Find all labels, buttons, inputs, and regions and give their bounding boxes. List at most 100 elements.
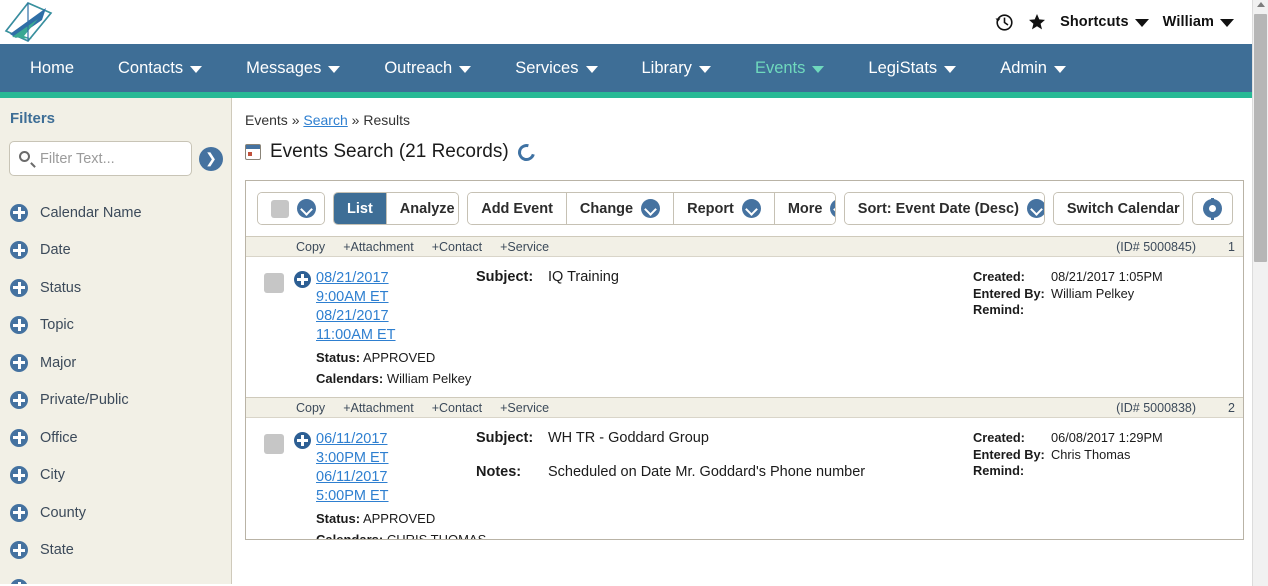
chevron-down-icon: [698, 66, 711, 73]
plus-circle-icon: [10, 203, 28, 222]
sidebar-item-label: Topic: [40, 317, 74, 334]
top-bar-actions: Shortcuts William: [994, 0, 1252, 44]
clock-history-icon[interactable]: [994, 12, 1014, 32]
nav-item-admin[interactable]: Admin: [978, 44, 1088, 92]
nav-label: Events: [754, 59, 806, 77]
star-icon[interactable]: [1028, 13, 1046, 31]
select-all-button[interactable]: [258, 193, 325, 224]
notes-row: Notes: Scheduled on Date Mr. Goddard's P…: [476, 464, 973, 480]
sidebar-item-state[interactable]: State: [0, 532, 231, 570]
add-event-button[interactable]: Add Event: [468, 193, 567, 224]
sidebar-item-private-public[interactable]: Private/Public: [0, 382, 231, 420]
nav-item-events[interactable]: Events: [733, 44, 846, 92]
remind-label: Remind:: [973, 302, 1025, 317]
nav-label: Outreach: [384, 59, 453, 77]
subject-row: Subject: IQ Training: [476, 269, 973, 285]
refresh-icon[interactable]: [514, 140, 538, 164]
sidebar-item-major[interactable]: Major: [0, 344, 231, 382]
status-value: APPROVED: [362, 350, 436, 365]
nav-item-home[interactable]: Home: [8, 44, 96, 92]
nav-item-outreach[interactable]: Outreach: [362, 44, 493, 92]
main-navigation: Home Contacts Messages Outreach Services…: [0, 44, 1252, 92]
filter-submit-button[interactable]: ❯: [199, 146, 223, 171]
sidebar-item-city[interactable]: City: [0, 457, 231, 495]
sidebar-item-office[interactable]: Office: [0, 419, 231, 457]
sidebar-item-label: County: [40, 504, 86, 521]
event-end-date[interactable]: 06/11/2017: [316, 468, 444, 487]
event-end-time[interactable]: 5:00PM ET: [316, 487, 444, 506]
user-menu[interactable]: William: [1163, 14, 1234, 30]
change-button[interactable]: Change: [566, 193, 675, 224]
row-checkbox[interactable]: [264, 434, 284, 454]
add-service-link[interactable]: +Service: [500, 240, 549, 254]
company-logo: [4, 2, 53, 42]
calendars-value: CHRIS THOMAS: [386, 532, 487, 540]
record-actions-bar: Copy +Attachment +Contact +Service (ID# …: [246, 236, 1243, 257]
add-service-link[interactable]: +Service: [500, 401, 549, 415]
sidebar-item-label: City: [40, 467, 65, 484]
nav-item-contacts[interactable]: Contacts: [96, 44, 224, 92]
calendars-label: Calendars:: [316, 371, 384, 386]
sidebar-item-status[interactable]: Status: [0, 269, 231, 307]
event-start-time[interactable]: 3:00PM ET: [316, 449, 444, 468]
table-row: 08/21/2017 9:00AM ET 08/21/2017 11:00AM …: [246, 257, 1243, 397]
record-calendars: Calendars: William Pelkey: [316, 371, 471, 387]
scrollbar-thumb[interactable]: [1254, 14, 1267, 262]
copy-link[interactable]: Copy: [296, 401, 325, 415]
filter-search-box[interactable]: [9, 141, 192, 176]
sidebar-item-county[interactable]: County: [0, 494, 231, 532]
event-start-date[interactable]: 06/11/2017: [316, 430, 444, 449]
sidebar-item-label: Major: [40, 354, 77, 371]
sidebar-item-partial[interactable]: [0, 569, 231, 584]
subject-value: IQ Training: [548, 269, 619, 285]
scroll-up-arrow-icon[interactable]: [1257, 2, 1265, 7]
breadcrumb-link-search[interactable]: Search: [303, 112, 347, 128]
event-end-date[interactable]: 08/21/2017: [316, 307, 444, 326]
sidebar-item-calendar-name[interactable]: Calendar Name: [0, 194, 231, 232]
shortcuts-menu[interactable]: Shortcuts: [1060, 14, 1149, 30]
record-meta: Created: 06/08/2017 1:29PM Entered By: C…: [973, 430, 1235, 539]
event-end-time[interactable]: 11:00AM ET: [316, 326, 444, 345]
event-start-time[interactable]: 9:00AM ET: [316, 288, 444, 307]
more-label: More: [787, 200, 823, 217]
record-dates: 06/11/2017 3:00PM ET 06/11/2017 5:00PM E…: [294, 430, 486, 539]
nav-item-messages[interactable]: Messages: [224, 44, 362, 92]
expand-plus-icon[interactable]: [294, 432, 311, 449]
sidebar-item-date[interactable]: Date: [0, 232, 231, 270]
add-attachment-link[interactable]: +Attachment: [343, 240, 414, 254]
page-scrollbar[interactable]: [1252, 0, 1268, 586]
chevron-down-icon: [190, 66, 203, 73]
nav-item-legistats[interactable]: LegiStats: [846, 44, 978, 92]
gear-icon: [1202, 197, 1222, 220]
chevron-down-icon: [297, 199, 316, 218]
copy-link[interactable]: Copy: [296, 240, 325, 254]
report-button[interactable]: Report: [674, 193, 775, 224]
nav-item-services[interactable]: Services: [493, 44, 619, 92]
entered-by-label: Entered By:: [973, 446, 1045, 462]
checkbox-icon: [271, 199, 289, 218]
notes-label: Notes:: [476, 464, 522, 480]
filter-text-input[interactable]: [38, 149, 191, 168]
row-checkbox[interactable]: [264, 273, 284, 293]
created-row: Created: 06/08/2017 1:29PM: [973, 430, 1235, 447]
tab-analyze[interactable]: Analyze: [386, 193, 459, 224]
calendars-value: William Pelkey: [386, 371, 472, 386]
add-attachment-link[interactable]: +Attachment: [343, 401, 414, 415]
plus-circle-icon: [10, 503, 28, 522]
results-panel: List Analyze Add Event Change Report Mor…: [245, 180, 1244, 540]
nav-label: LegiStats: [868, 59, 938, 77]
settings-button[interactable]: [1191, 192, 1233, 225]
chevron-down-icon: [812, 66, 825, 73]
add-contact-link[interactable]: +Contact: [432, 401, 482, 415]
tab-list[interactable]: List: [334, 193, 387, 224]
more-button[interactable]: More: [774, 193, 835, 224]
chevron-down-icon: [1220, 19, 1234, 27]
nav-item-library[interactable]: Library: [620, 44, 733, 92]
add-contact-link[interactable]: +Contact: [432, 240, 482, 254]
sort-button[interactable]: Sort: Event Date (Desc): [844, 193, 1044, 224]
event-start-date[interactable]: 08/21/2017: [316, 269, 444, 288]
expand-plus-icon[interactable]: [294, 271, 311, 288]
switch-calendar-button[interactable]: Switch Calendar: [1053, 193, 1183, 224]
sidebar-item-topic[interactable]: Topic: [0, 307, 231, 345]
page-title: Events Search (21 Records): [270, 141, 509, 162]
